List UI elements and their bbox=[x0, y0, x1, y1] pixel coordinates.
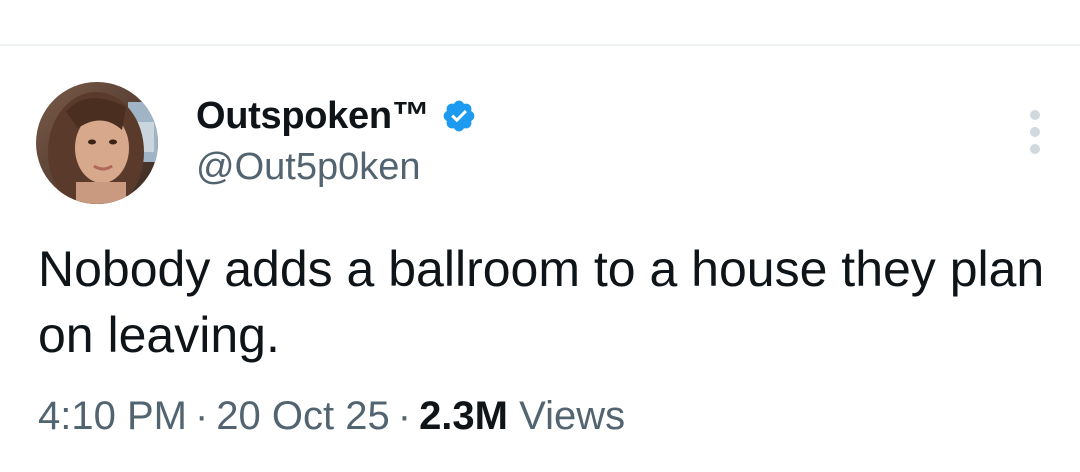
views-count: 2.3M bbox=[419, 394, 508, 438]
tweet-meta: 4:10 PM · 20 Oct 25 · 2.3M Views bbox=[38, 394, 625, 439]
views-label: Views bbox=[519, 394, 626, 438]
tweet-text: Nobody adds a ballroom to a house they p… bbox=[38, 241, 1045, 363]
avatar-image bbox=[36, 82, 158, 204]
more-options-button[interactable] bbox=[1018, 110, 1052, 154]
tweet-time[interactable]: 4:10 PM bbox=[38, 394, 187, 438]
tweet-date[interactable]: 20 Oct 25 bbox=[216, 394, 389, 438]
meta-separator: · bbox=[194, 394, 209, 438]
verified-badge-icon bbox=[441, 98, 477, 134]
top-divider bbox=[0, 44, 1080, 46]
meta-separator: · bbox=[397, 394, 412, 438]
more-vertical-icon-dot bbox=[1030, 127, 1040, 137]
avatar[interactable] bbox=[36, 82, 158, 204]
more-vertical-icon bbox=[1030, 110, 1040, 120]
more-vertical-icon-dot bbox=[1030, 144, 1040, 154]
author-name-row[interactable]: Outspoken™ bbox=[196, 90, 477, 142]
author-display-name[interactable]: Outspoken™ bbox=[196, 95, 430, 138]
author-handle[interactable]: @Out5p0ken bbox=[196, 146, 421, 189]
tweet-card: Outspoken™ @Out5p0ken Nobody adds a ball… bbox=[0, 0, 1080, 472]
